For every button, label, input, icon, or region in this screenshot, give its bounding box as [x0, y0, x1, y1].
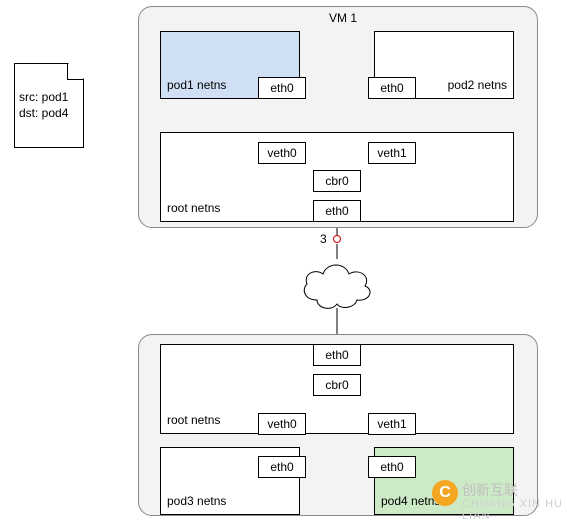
- packet-src: src: pod1: [19, 90, 68, 104]
- vm2-veth0: veth0: [258, 413, 306, 435]
- vm1-eth0: eth0: [313, 200, 361, 222]
- vm1-veth0: veth0: [258, 142, 306, 164]
- packet-note: src: pod1 dst: pod4: [14, 63, 84, 148]
- vm1-title: VM 1: [329, 11, 357, 25]
- vm2-eth0: eth0: [313, 344, 361, 366]
- pod4-eth0: eth0: [368, 456, 416, 478]
- vm2-cbr0: cbr0: [313, 374, 361, 396]
- pod3-label: pod3 netns: [167, 494, 226, 508]
- pod2-label: pod2 netns: [448, 78, 507, 92]
- marker-dot: [333, 235, 341, 243]
- vm1-cbr0: cbr0: [313, 170, 361, 192]
- pod1-eth0: eth0: [258, 77, 306, 99]
- marker-label: 3: [320, 232, 327, 246]
- cloud-icon: [297, 256, 377, 312]
- vm2-root-label: root netns: [167, 413, 220, 427]
- brand-text-1: 创新互联: [462, 480, 518, 500]
- pod2-eth0: eth0: [368, 77, 416, 99]
- pod3-eth0: eth0: [258, 456, 306, 478]
- vm1-root-label: root netns: [167, 201, 220, 215]
- brand-logo: C: [432, 480, 458, 506]
- vm2-veth1: veth1: [368, 413, 416, 435]
- packet-dst: dst: pod4: [19, 106, 68, 120]
- brand-text-2: CHUANG XIN HU LIAN: [462, 498, 567, 522]
- pod1-label: pod1 netns: [167, 78, 226, 92]
- vm1-veth1: veth1: [368, 142, 416, 164]
